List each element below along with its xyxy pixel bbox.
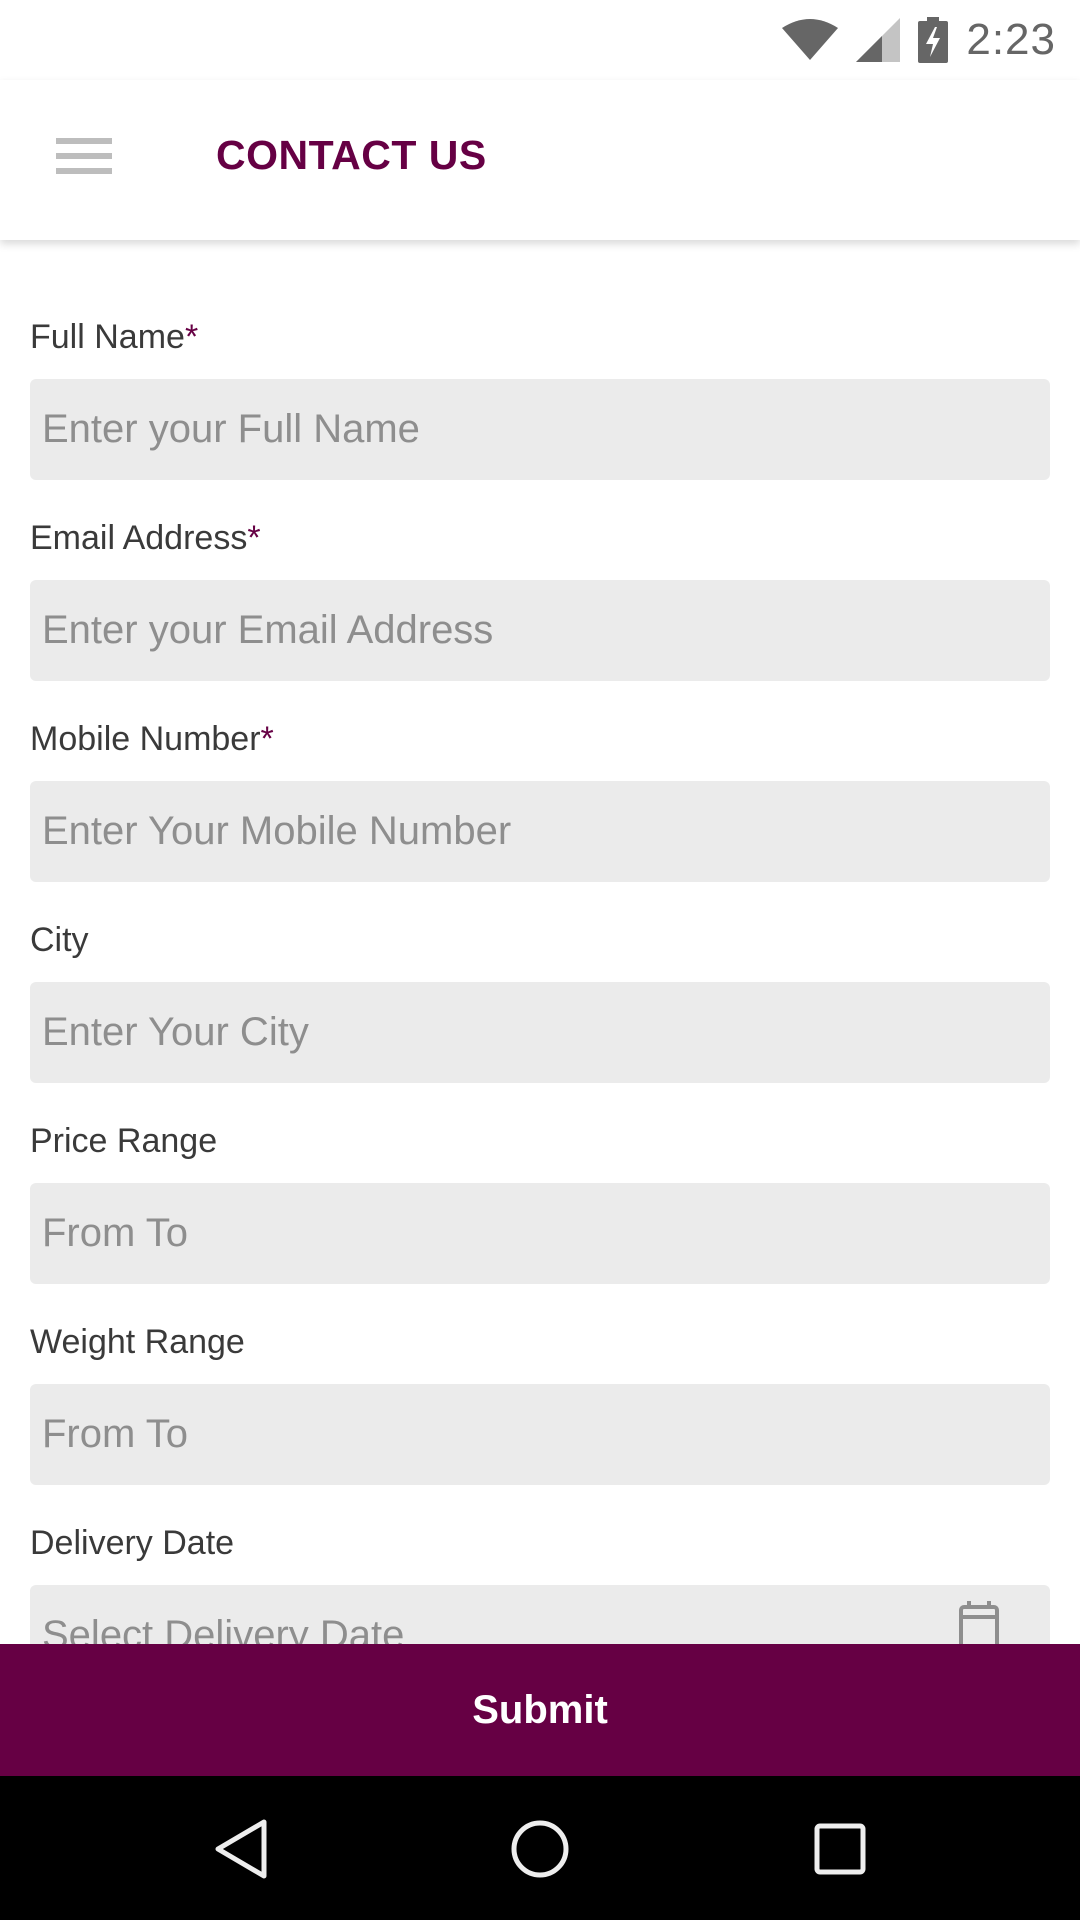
weight-range-input[interactable] xyxy=(30,1384,1050,1485)
weight-range-field: Weight Range xyxy=(30,1318,1050,1485)
home-icon[interactable] xyxy=(510,1818,570,1880)
email-field: Email Address* xyxy=(30,514,1050,681)
email-label: Email Address* xyxy=(30,514,1050,562)
back-icon[interactable] xyxy=(210,1818,270,1880)
required-asterisk: * xyxy=(260,720,274,758)
recents-icon[interactable] xyxy=(810,1818,870,1880)
system-nav-bar xyxy=(0,1776,1080,1920)
delivery-date-label: Delivery Date xyxy=(30,1519,1050,1567)
status-icons: 2:23 xyxy=(782,10,1056,70)
label-text: Email Address xyxy=(30,519,248,557)
delivery-date-input[interactable] xyxy=(30,1585,1050,1644)
hamburger-line xyxy=(56,153,112,159)
delivery-date-wrapper xyxy=(30,1567,1050,1644)
full-name-field: Full Name* xyxy=(30,313,1050,480)
app-bar: CONTACT US xyxy=(0,80,1080,240)
mobile-field: Mobile Number* xyxy=(30,715,1050,882)
cell-signal-icon xyxy=(856,18,901,62)
submit-button[interactable]: Submit xyxy=(0,1644,1080,1776)
label-text: City xyxy=(30,921,89,959)
status-time: 2:23 xyxy=(966,15,1056,64)
required-asterisk: * xyxy=(184,318,199,356)
price-range-label: Price Range xyxy=(30,1117,1050,1165)
label-text: Weight Range xyxy=(30,1323,245,1361)
status-bar: 2:23 xyxy=(0,0,1080,80)
email-input[interactable] xyxy=(30,580,1050,681)
label-text: Full Name xyxy=(30,318,185,356)
wifi-icon xyxy=(782,19,839,60)
label-text: Mobile Number xyxy=(30,720,261,758)
city-label: City xyxy=(30,916,1050,964)
contact-form: Full Name* Email Address* Mobile Number*… xyxy=(0,240,1080,1644)
calendar-icon[interactable] xyxy=(958,1599,1000,1644)
mobile-label: Mobile Number* xyxy=(30,715,1050,763)
price-range-field: Price Range xyxy=(30,1117,1050,1284)
mobile-input[interactable] xyxy=(30,781,1050,882)
city-field: City xyxy=(30,916,1050,1083)
label-text: Price Range xyxy=(30,1122,218,1160)
hamburger-line xyxy=(56,138,112,144)
required-asterisk: * xyxy=(247,519,261,557)
delivery-date-field: Delivery Date xyxy=(30,1519,1050,1644)
full-name-input[interactable] xyxy=(30,379,1050,480)
hamburger-menu-icon[interactable] xyxy=(56,138,112,178)
page-title: CONTACT US xyxy=(216,132,487,178)
hamburger-line xyxy=(56,168,112,174)
label-text: Delivery Date xyxy=(30,1524,235,1562)
price-range-input[interactable] xyxy=(30,1183,1050,1284)
city-input[interactable] xyxy=(30,982,1050,1083)
full-name-label: Full Name* xyxy=(30,313,1050,361)
weight-range-label: Weight Range xyxy=(30,1318,1050,1366)
battery-charging-icon xyxy=(918,17,949,63)
